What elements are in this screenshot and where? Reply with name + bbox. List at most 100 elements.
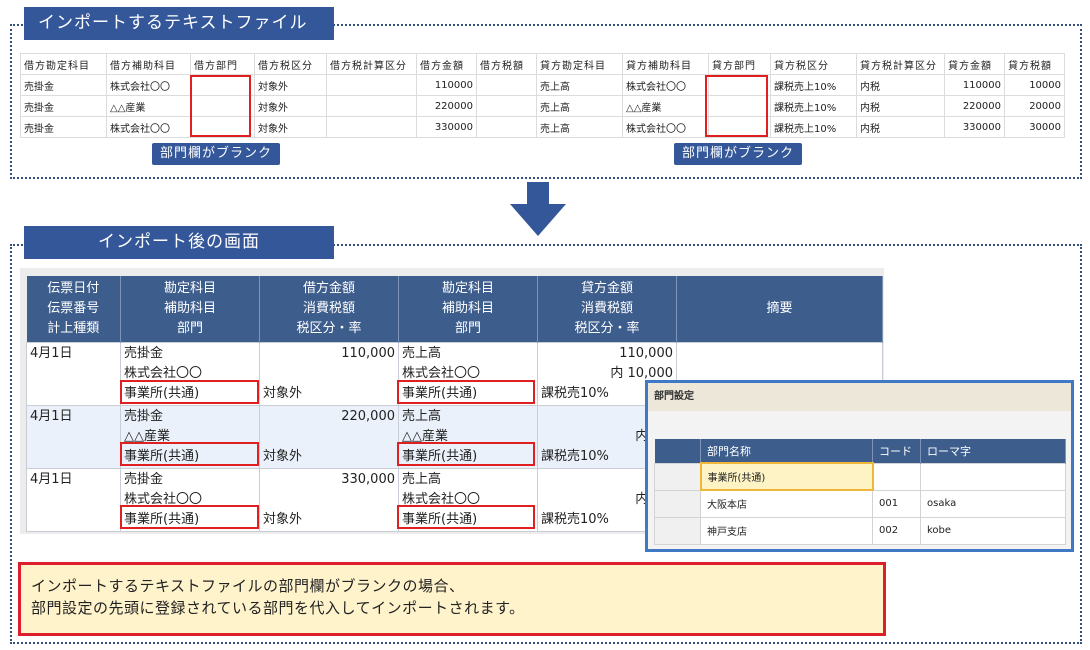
bumon-settings-title: 部門設定 (648, 383, 1071, 411)
down-arrow-icon (510, 182, 566, 236)
import-header-cell: 貸方補助科目 (622, 53, 709, 75)
bumon-header-name: 部門名称 (700, 439, 873, 463)
explanation-note: インポートするテキストファイルの部門欄がブランクの場合、 部門設定の先頭に登録さ… (18, 562, 886, 636)
bumon-settings-panel: 部門設定 部門名称 コード ローマ字 事業所(共通) 大阪本店 001 osak… (645, 380, 1074, 552)
import-file-table: 借方勘定科目 借方補助科目 借方部門 借方税区分 借方税計算区分 借方金額 借方… (20, 53, 1065, 138)
cell-date[interactable]: 4月1日 (26, 404, 121, 469)
import-header-cell: 借方税計算区分 (326, 53, 417, 75)
bumon-header-romaji: ローマ字 (920, 439, 1066, 463)
import-cell: 課税売上10% (770, 74, 857, 96)
debit-dept-highlight-row3 (120, 505, 259, 529)
cell-debit-amount[interactable]: 330,000 対象外 (259, 467, 399, 532)
bumon-row-handle[interactable] (654, 462, 701, 491)
import-cell: 対象外 (254, 95, 327, 117)
import-cell: 330000 (944, 116, 1005, 138)
import-cell: 20000 (1004, 95, 1065, 117)
import-cell: 内税 (856, 74, 945, 96)
import-header-cell: 借方金額 (416, 53, 477, 75)
import-cell: 課税売上10% (770, 116, 857, 138)
import-header-cell: 貸方税計算区分 (856, 53, 945, 75)
bumon-code-cell[interactable]: 002 (872, 516, 921, 545)
header-debit-account-col: 勘定科目 補助科目 部門 (120, 276, 260, 342)
import-cell (476, 74, 537, 96)
credit-dept-highlight-row1 (397, 380, 535, 404)
header-credit-amount-col: 貸方金額 消費税額 税区分・率 (537, 276, 677, 342)
debit-dept-highlight-row2 (120, 442, 259, 466)
import-header-cell: 貸方税額 (1004, 53, 1065, 75)
import-cell (326, 116, 417, 138)
import-cell: 内税 (856, 95, 945, 117)
bumon-row[interactable]: 神戸支店 002 kobe (654, 516, 1066, 545)
bumon-row[interactable]: 大阪本店 001 osaka (654, 489, 1066, 518)
cell-debit-amount[interactable]: 220,000 対象外 (259, 404, 399, 469)
import-cell: 株式会社〇〇 (106, 116, 191, 138)
bumon-row-handle[interactable] (654, 489, 701, 518)
bumon-row[interactable]: 事業所(共通) (654, 462, 1066, 491)
header-memo-col: 摘要 (676, 276, 883, 342)
import-cell: 課税売上10% (770, 95, 857, 117)
import-cell: △△産業 (622, 95, 709, 117)
bumon-table: 部門名称 コード ローマ字 事業所(共通) 大阪本店 001 osaka 神戸支… (654, 439, 1066, 545)
bumon-header-code: コード (872, 439, 921, 463)
import-cell: 110000 (416, 74, 477, 96)
bumon-settings-body: 部門名称 コード ローマ字 事業所(共通) 大阪本店 001 osaka 神戸支… (648, 411, 1071, 549)
import-table-header-row: 借方勘定科目 借方補助科目 借方部門 借方税区分 借方税計算区分 借方金額 借方… (20, 53, 1065, 75)
cell-debit-amount[interactable]: 110,000 対象外 (259, 341, 399, 406)
import-file-title: インポートするテキストファイル (24, 7, 334, 40)
import-cell: 株式会社〇〇 (622, 116, 709, 138)
import-cell: 売上高 (536, 95, 623, 117)
header-credit-account-col: 勘定科目 補助科目 部門 (398, 276, 538, 342)
bumon-code-cell[interactable] (872, 462, 921, 491)
import-cell (476, 95, 537, 117)
import-header-cell: 貸方部門 (708, 53, 771, 75)
bumon-name-cell[interactable]: 神戸支店 (700, 516, 873, 545)
import-cell: 株式会社〇〇 (106, 74, 191, 96)
bumon-row-handle[interactable] (654, 516, 701, 545)
credit-dept-blank-highlight (705, 75, 768, 137)
import-cell: 10000 (1004, 74, 1065, 96)
import-header-cell: 貸方勘定科目 (536, 53, 623, 75)
import-cell (326, 74, 417, 96)
import-cell (476, 116, 537, 138)
import-cell: 売掛金 (20, 116, 107, 138)
import-header-cell: 貸方税区分 (770, 53, 857, 75)
credit-dept-highlight-row2 (397, 442, 535, 466)
import-cell: 対象外 (254, 116, 327, 138)
import-table-row: 売掛金 株式会社〇〇 対象外 330000 売上高 株式会社〇〇 課税売上10%… (20, 116, 1065, 138)
import-header-cell: 借方税額 (476, 53, 537, 75)
journal-header-row: 伝票日付 伝票番号 計上種類 勘定科目 補助科目 部門 借方金額 消費税額 税区分・率 勘定… (26, 276, 883, 342)
bumon-code-cell[interactable]: 001 (872, 489, 921, 518)
import-cell: 売掛金 (20, 74, 107, 96)
import-header-cell: 借方勘定科目 (20, 53, 107, 75)
debit-dept-blank-label: 部門欄がブランク (152, 143, 281, 165)
import-header-cell: 借方税区分 (254, 53, 327, 75)
header-date-col: 伝票日付 伝票番号 計上種類 (26, 276, 121, 342)
import-cell (326, 95, 417, 117)
cell-date[interactable]: 4月1日 (26, 467, 121, 532)
import-cell: 売掛金 (20, 95, 107, 117)
import-table-row: 売掛金 △△産業 対象外 220000 売上高 △△産業 課税売上10% 内税 … (20, 95, 1065, 117)
bumon-name-cell[interactable]: 事業所(共通) (699, 462, 874, 491)
debit-dept-blank-highlight (190, 75, 251, 137)
import-cell: 110000 (944, 74, 1005, 96)
bumon-romaji-cell[interactable]: osaka (920, 489, 1066, 518)
import-cell: 売上高 (536, 74, 623, 96)
bumon-romaji-cell[interactable] (920, 462, 1066, 491)
import-cell: 株式会社〇〇 (622, 74, 709, 96)
cell-date[interactable]: 4月1日 (26, 341, 121, 406)
after-import-title: インポート後の画面 (24, 226, 334, 259)
credit-dept-highlight-row3 (397, 505, 535, 529)
import-table-row: 売掛金 株式会社〇〇 対象外 110000 売上高 株式会社〇〇 課税売上10%… (20, 74, 1065, 96)
import-cell: 330000 (416, 116, 477, 138)
bumon-romaji-cell[interactable]: kobe (920, 516, 1066, 545)
import-cell: 220000 (416, 95, 477, 117)
import-cell: 220000 (944, 95, 1005, 117)
import-cell: 対象外 (254, 74, 327, 96)
import-cell: △△産業 (106, 95, 191, 117)
bumon-header-blank (654, 439, 701, 463)
bumon-name-cell[interactable]: 大阪本店 (700, 489, 873, 518)
import-cell: 内税 (856, 116, 945, 138)
import-header-cell: 借方部門 (190, 53, 255, 75)
import-header-cell: 借方補助科目 (106, 53, 191, 75)
import-cell: 30000 (1004, 116, 1065, 138)
